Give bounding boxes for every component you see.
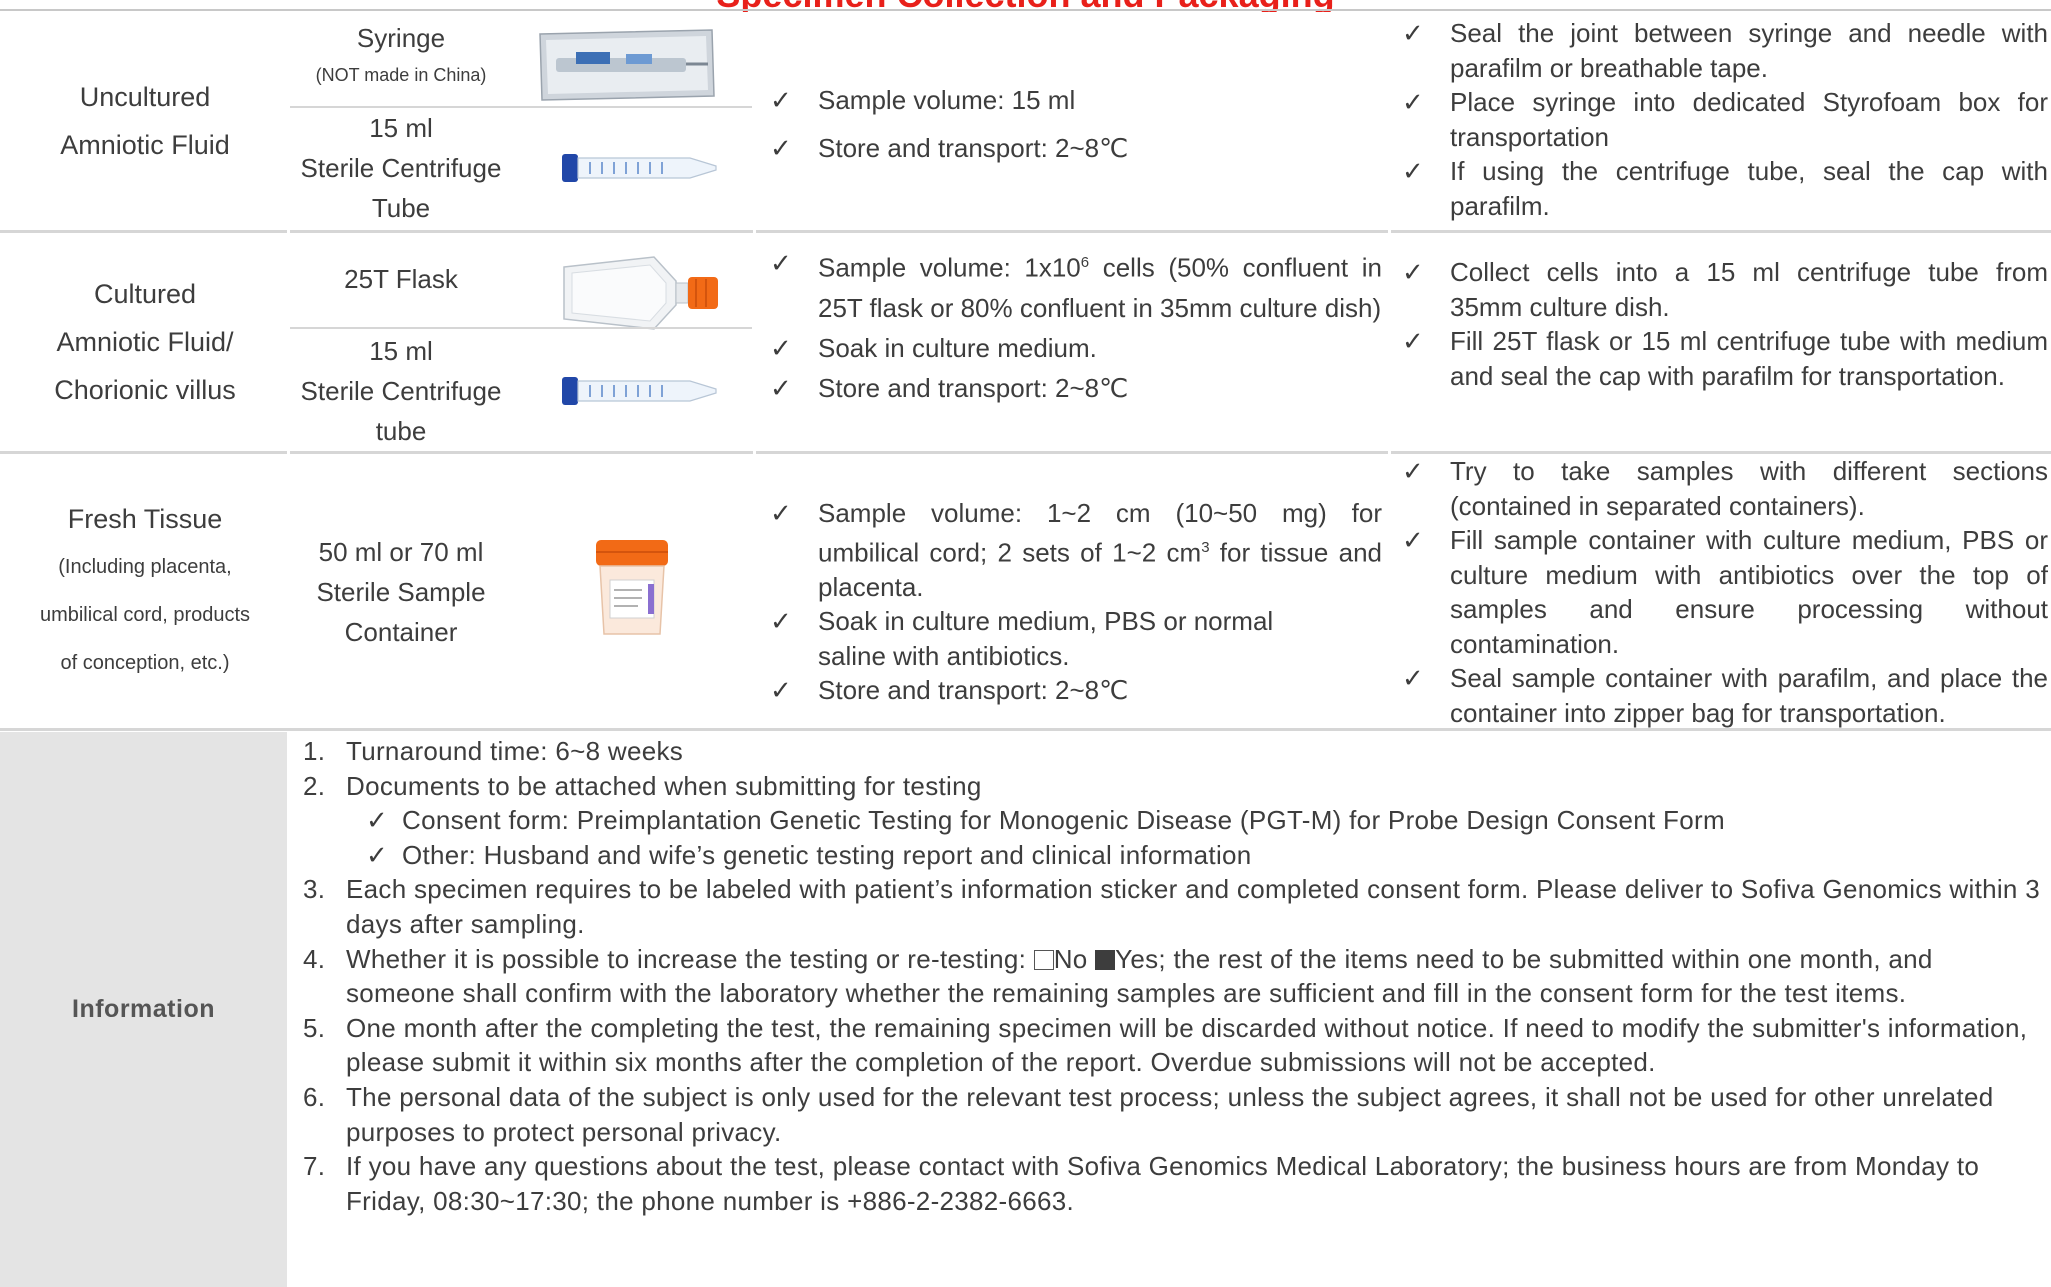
packaging-item: Place syringe into dedicated Styrofoam b… bbox=[1388, 85, 2048, 154]
info-subitem: Consent form: Preimplantation Genetic Te… bbox=[300, 803, 2045, 838]
container-name-line: 15 ml bbox=[369, 336, 433, 366]
centrifuge-tube-icon bbox=[562, 377, 717, 405]
container-name: 15 ml Sterile Centrifuge Tube bbox=[290, 108, 512, 228]
specimen-type-line: Amniotic Fluid/ bbox=[56, 327, 234, 357]
column-divider bbox=[753, 12, 756, 728]
sample-container-icon bbox=[596, 540, 668, 635]
container-name: 15 ml Sterile Centrifuge tube bbox=[290, 331, 512, 451]
specimen-type-note: of conception, etc.) bbox=[60, 652, 230, 674]
container-note: (NOT made in China) bbox=[315, 65, 487, 85]
requirement-item: Soak in culture medium, PBS or normal sa… bbox=[770, 604, 1382, 673]
container-name-line: 15 ml bbox=[369, 113, 433, 143]
requirement-item: Store and transport: 2~8℃ bbox=[770, 124, 1390, 172]
info-item: 3. Each specimen requires to be labeled w… bbox=[300, 872, 2045, 941]
retest-no-label: No bbox=[1053, 943, 1088, 974]
retest-yes-label: Yes bbox=[1115, 943, 1159, 974]
info-item-text: If you have any questions about the test… bbox=[346, 1151, 1980, 1216]
specimen-type-note: (Including placenta, bbox=[58, 556, 232, 578]
info-item-text: One month after the completing the test,… bbox=[346, 1012, 2028, 1078]
info-item: 6. The personal data of the subject is on… bbox=[300, 1080, 2045, 1149]
column-divider bbox=[287, 12, 290, 728]
sample-requirements: Sample volume: 15 ml Store and transport… bbox=[770, 76, 1390, 172]
container-name-line: Sterile Centrifuge bbox=[300, 153, 502, 183]
specimen-type-line: Fresh Tissue bbox=[67, 504, 223, 534]
specimen-type-line: Amniotic Fluid bbox=[60, 130, 230, 160]
info-item: 7. If you have any questions about the te… bbox=[300, 1149, 2045, 1218]
specimen-row-uncultured: Uncultured Amniotic Fluid Syringe (NOT m… bbox=[0, 12, 2051, 230]
packaging-item: Fill sample container with culture mediu… bbox=[1388, 523, 2048, 661]
container-name-line: Tube bbox=[371, 193, 431, 223]
specimen-row-fresh-tissue: Fresh Tissue (Including placenta, umbili… bbox=[0, 454, 2051, 728]
container-name-line: Container bbox=[344, 617, 458, 647]
container-name-line: 50 ml or 70 ml bbox=[318, 537, 484, 567]
info-item-number: 1. bbox=[303, 736, 326, 766]
specimen-type-cell: Cultured Amniotic Fluid/ Chorionic villu… bbox=[0, 233, 290, 451]
container-name-line: Sterile Sample bbox=[316, 577, 486, 607]
info-item-text: Turnaround time: 6~8 weeks bbox=[346, 736, 684, 766]
container-name: 25T Flask bbox=[290, 259, 512, 299]
info-item-number: 3. bbox=[303, 874, 326, 905]
container-name-line: tube bbox=[375, 416, 427, 446]
container-name: Syringe (NOT made in China) bbox=[290, 16, 512, 90]
row-divider bbox=[0, 728, 2051, 731]
packaging-instructions: Seal the joint between syringe and needl… bbox=[1388, 16, 2048, 223]
specimen-type-cell: Uncultured Amniotic Fluid bbox=[0, 12, 290, 230]
info-item-number: 4. bbox=[303, 943, 326, 974]
info-item-number: 5. bbox=[303, 1012, 326, 1043]
info-item: 5. One month after the completing the tes… bbox=[300, 1011, 2045, 1080]
packaging-item: Seal sample container with parafilm, and… bbox=[1388, 661, 2048, 730]
specimen-type-cell: Fresh Tissue (Including placenta, umbili… bbox=[0, 454, 290, 728]
container-name-line: 25T Flask bbox=[344, 264, 458, 294]
info-item-number: 2. bbox=[303, 770, 326, 801]
packaging-instructions: Collect cells into a 15 ml centrifuge tu… bbox=[1388, 255, 2048, 393]
retest-yes-checkbox[interactable] bbox=[1095, 949, 1116, 970]
requirement-item: Store and transport: 2~8℃ bbox=[770, 673, 1382, 708]
packaging-item: Try to take samples with different secti… bbox=[1388, 454, 2048, 523]
info-item-text: Documents to be attached when submitting… bbox=[346, 770, 982, 801]
container-name: 50 ml or 70 ml Sterile Sample Container bbox=[290, 532, 512, 652]
info-item: 2. Documents to be attached when submitti… bbox=[300, 769, 2045, 804]
packaging-instructions: Try to take samples with different secti… bbox=[1388, 454, 2048, 730]
container-name-line: Sterile Centrifuge bbox=[300, 376, 502, 406]
info-item-number: 7. bbox=[303, 1151, 326, 1182]
retest-no-checkbox[interactable] bbox=[1033, 949, 1054, 970]
information-label: Information bbox=[0, 732, 287, 1287]
packaging-item: Collect cells into a 15 ml centrifuge tu… bbox=[1388, 255, 2048, 324]
info-item-text: Whether it is possible to increase the t… bbox=[346, 943, 1034, 974]
title-rule bbox=[0, 9, 2051, 11]
sample-requirements: Sample volume: 1~2 cm (10~50 mg) for umb… bbox=[770, 496, 1382, 708]
info-item-text: The personal data of the subject is only… bbox=[346, 1081, 1994, 1147]
requirement-item: Sample volume: 1x106 cells (50% confluen… bbox=[770, 243, 1382, 328]
information-list: 1. Turnaround time: 6~8 weeks 2. Documents… bbox=[300, 734, 2045, 1218]
info-item-text: Each specimen requires to be labeled wit… bbox=[346, 874, 2040, 939]
info-item-number: 6. bbox=[303, 1081, 326, 1112]
packaging-item: Fill 25T flask or 15 ml centrifuge tube … bbox=[1388, 324, 2048, 393]
title-strip: Specimen Collection and Packaging bbox=[0, 0, 2051, 12]
centrifuge-tube-icon bbox=[562, 154, 717, 182]
column-divider bbox=[1388, 12, 1391, 728]
info-item: 4. Whether it is possible to increase the… bbox=[300, 942, 2045, 1011]
packaging-item: If using the centrifuge tube, seal the c… bbox=[1388, 154, 2048, 223]
container-name-line: Syringe bbox=[356, 23, 446, 53]
specimen-type-line: Cultured bbox=[93, 279, 197, 309]
volume-prefix: Sample volume: 1x10 bbox=[818, 252, 1081, 283]
requirement-item: Soak in culture medium. bbox=[770, 328, 1382, 368]
requirement-item: Sample volume: 15 ml bbox=[770, 76, 1390, 124]
specimen-type-line: Chorionic villus bbox=[54, 375, 236, 405]
specimen-type-line: Uncultured bbox=[79, 82, 211, 112]
packaging-item: Seal the joint between syringe and needl… bbox=[1388, 16, 2048, 85]
requirement-item: Store and transport: 2~8℃ bbox=[770, 368, 1382, 408]
culture-flask-icon bbox=[563, 256, 718, 330]
syringe-package-icon bbox=[539, 29, 715, 101]
volume-exponent: 3 bbox=[1201, 538, 1210, 556]
sample-requirements: Sample volume: 1x106 cells (50% confluen… bbox=[770, 243, 1382, 408]
specimen-row-cultured: Cultured Amniotic Fluid/ Chorionic villu… bbox=[0, 233, 2051, 451]
info-subitem: Other: Husband and wife’s genetic testin… bbox=[300, 838, 2045, 873]
container-divider bbox=[290, 327, 752, 329]
requirement-item: Sample volume: 1~2 cm (10~50 mg) for umb… bbox=[770, 496, 1382, 604]
specimen-type-note: umbilical cord, products bbox=[39, 604, 251, 626]
volume-exponent: 6 bbox=[1080, 254, 1090, 271]
info-item: 1. Turnaround time: 6~8 weeks bbox=[300, 734, 2045, 769]
